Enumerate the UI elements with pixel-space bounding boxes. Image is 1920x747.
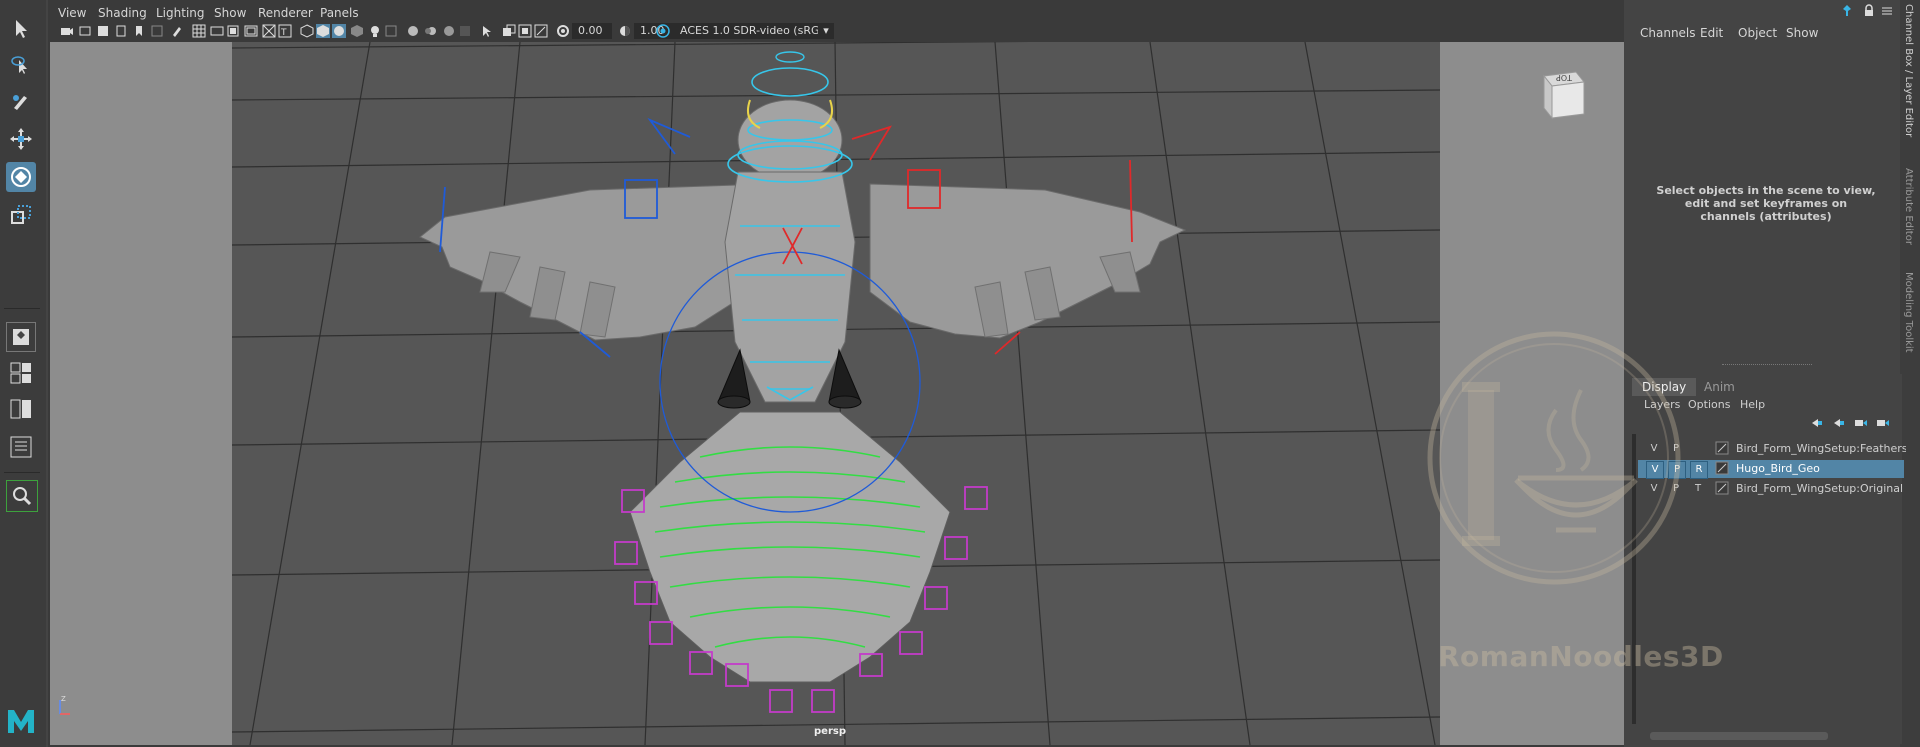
scene-canvas[interactable]: [50, 42, 1624, 745]
menu-panels[interactable]: Panels: [320, 6, 359, 20]
layer-color-swatch-icon[interactable]: [1714, 481, 1730, 497]
xray-joints-icon[interactable]: [518, 24, 532, 38]
layer-color-swatch-icon[interactable]: [1714, 461, 1730, 477]
svg-text:T: T: [280, 28, 287, 38]
depth-of-field-icon[interactable]: [458, 24, 472, 38]
maya-logo-icon: [4, 704, 38, 738]
vertical-tab-strip: Channel Box / Layer Editor Attribute Edi…: [1900, 0, 1920, 747]
lasso-tool-icon[interactable]: [6, 50, 36, 80]
tab-modeling-toolkit[interactable]: Modeling Toolkit: [1903, 272, 1914, 353]
layer-display-type-toggle[interactable]: T: [1690, 481, 1706, 497]
menu-options[interactable]: Options: [1688, 398, 1730, 411]
layer-display-type-toggle[interactable]: R: [1690, 461, 1708, 479]
status-icons: [1626, 0, 1920, 20]
search-icon[interactable]: [6, 480, 38, 512]
axis-label-z: Z: [61, 695, 66, 703]
layer-name[interactable]: Bird_Form_WingSetup:FeathersLa: [1736, 440, 1906, 458]
textured-icon[interactable]: [350, 24, 364, 38]
use-all-lights-icon[interactable]: [368, 24, 382, 38]
lock-icon[interactable]: [1862, 4, 1876, 18]
move-layer-up-icon[interactable]: [1810, 418, 1824, 428]
smooth-shade-icon[interactable]: [316, 24, 330, 38]
xray-active-components-icon[interactable]: [534, 24, 548, 38]
layer-name[interactable]: Bird_Form_WingSetup:Original: [1736, 480, 1906, 498]
select-tool-icon[interactable]: [6, 14, 36, 44]
panel-splitter[interactable]: [1722, 364, 1812, 366]
single-view-layout-icon[interactable]: [6, 322, 36, 352]
tab-channel-box-layer-editor[interactable]: Channel Box / Layer Editor: [1903, 4, 1914, 137]
toolbox-divider: [4, 308, 40, 309]
outliner-layout-icon[interactable]: [6, 432, 36, 462]
two-d-pan-zoom-icon[interactable]: [150, 24, 164, 38]
move-layer-down-icon[interactable]: [1832, 418, 1846, 428]
color-management-icon[interactable]: [656, 24, 670, 38]
axis-indicator: Z: [52, 694, 72, 718]
gate-mask-icon[interactable]: [244, 24, 258, 38]
menu-channels[interactable]: Channels: [1640, 26, 1696, 40]
move-tool-icon[interactable]: [6, 124, 36, 154]
tab-anim[interactable]: Anim: [1694, 378, 1745, 396]
field-chart-icon[interactable]: [262, 24, 276, 38]
film-gate-icon[interactable]: [210, 24, 224, 38]
multisample-aa-icon[interactable]: [442, 24, 456, 38]
layer-display-type-toggle[interactable]: [1690, 441, 1706, 457]
four-view-layout-icon[interactable]: [6, 358, 36, 388]
resolution-gate-icon[interactable]: [226, 24, 240, 38]
motion-blur-icon[interactable]: [424, 24, 438, 38]
panel-toolbar: T 0.00 1.00 ACES 1.0 SDR-video (sRGB) ▾: [52, 22, 1022, 41]
menu-show[interactable]: Show: [214, 6, 246, 20]
menu-help[interactable]: Help: [1740, 398, 1765, 411]
two-view-layout-icon[interactable]: [6, 394, 36, 424]
isolate-select-icon[interactable]: [480, 24, 494, 38]
menu-object[interactable]: Object: [1738, 26, 1777, 40]
gamma-icon[interactable]: [618, 24, 632, 38]
tab-attribute-editor[interactable]: Attribute Editor: [1903, 168, 1914, 245]
image-plane-icon[interactable]: [114, 24, 128, 38]
view-transform-dropdown[interactable]: ACES 1.0 SDR-video (sRGB): [674, 23, 834, 39]
select-camera-icon[interactable]: [60, 24, 74, 38]
menu-view[interactable]: View: [58, 6, 86, 20]
new-layer-icon[interactable]: [1854, 418, 1868, 428]
rotate-tool-icon[interactable]: [6, 162, 36, 192]
menu-edit[interactable]: Edit: [1700, 26, 1723, 40]
menu-show[interactable]: Show: [1786, 26, 1818, 40]
tool-box: [0, 0, 46, 747]
xray-icon[interactable]: [502, 24, 516, 38]
wireframe-icon[interactable]: [300, 24, 314, 38]
layer-color-swatch-icon[interactable]: [1714, 441, 1730, 457]
shadows-icon[interactable]: [384, 24, 398, 38]
camera-attributes-icon[interactable]: [78, 24, 92, 38]
exposure-icon[interactable]: [556, 24, 570, 38]
exposure-field[interactable]: 0.00: [572, 23, 612, 39]
grid-icon[interactable]: [192, 24, 206, 38]
new-layer-from-selected-icon[interactable]: [1876, 418, 1890, 428]
panel-menu-bar: View Shading Lighting Show Renderer Pane…: [48, 2, 1624, 22]
pin-icon[interactable]: [1840, 4, 1854, 18]
layer-name[interactable]: Hugo_Bird_Geo: [1736, 460, 1906, 478]
menu-renderer[interactable]: Renderer: [258, 6, 313, 20]
perspective-viewport[interactable]: TOP Z persp: [50, 42, 1624, 745]
toolbox-divider: [4, 472, 40, 473]
camera-name-label: persp: [814, 726, 846, 737]
horizontal-scrollbar[interactable]: [1650, 732, 1828, 740]
watermark-text: RomanNoodles3D: [1438, 640, 1724, 673]
list-icon[interactable]: [1880, 4, 1894, 18]
screen-space-ao-icon[interactable]: [406, 24, 420, 38]
bookmarks-icon[interactable]: [96, 24, 110, 38]
view-cube[interactable]: TOP: [1538, 66, 1590, 122]
safe-action-icon[interactable]: T: [278, 24, 292, 38]
paint-select-icon[interactable]: [6, 86, 36, 116]
view-cube-label: TOP: [1556, 73, 1573, 82]
menu-shading[interactable]: Shading: [98, 6, 147, 20]
bookmark-icon[interactable]: [132, 24, 146, 38]
scale-tool-icon[interactable]: [6, 200, 36, 230]
wireframe-on-shaded-icon[interactable]: [332, 24, 346, 38]
chevron-down-icon[interactable]: ▾: [818, 23, 834, 39]
menu-lighting[interactable]: Lighting: [156, 6, 205, 20]
watermark-logo: [1426, 330, 1682, 586]
channel-box-empty-message: Select objects in the scene to view, edi…: [1656, 184, 1876, 223]
grease-pencil-icon[interactable]: [170, 24, 184, 38]
